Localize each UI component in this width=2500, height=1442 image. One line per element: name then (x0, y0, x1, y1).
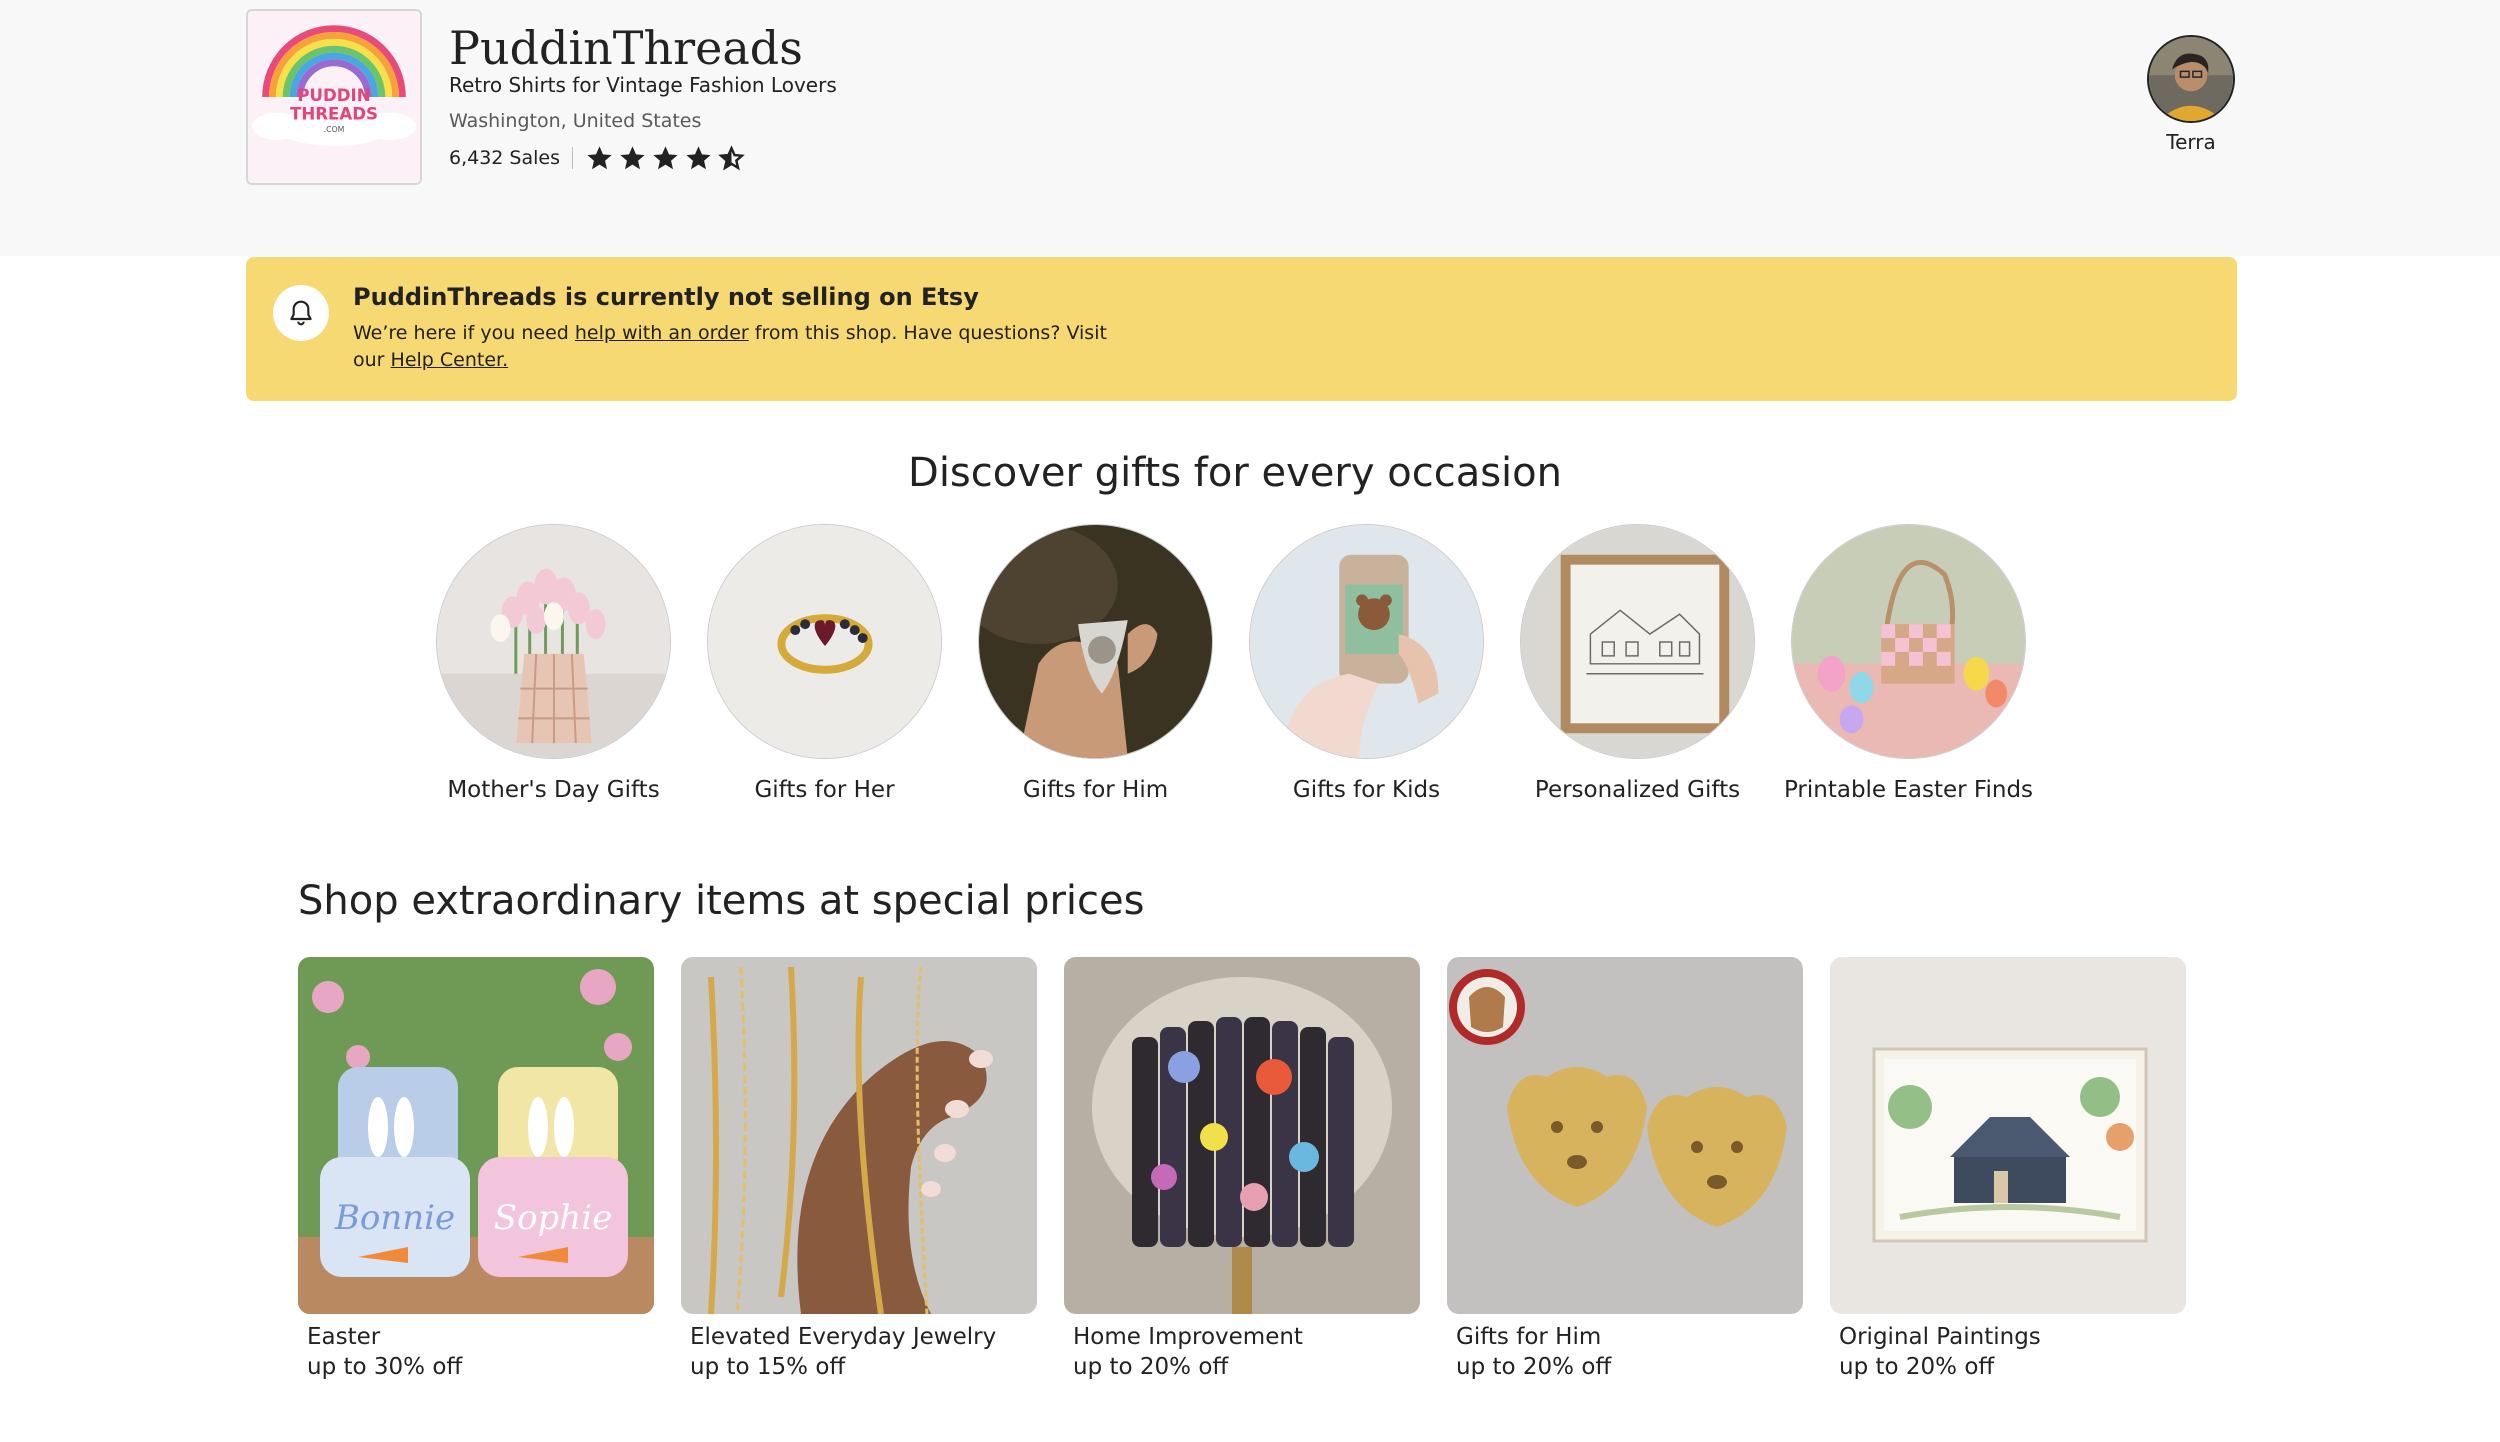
svg-text:Sophie: Sophie (494, 1198, 612, 1238)
deal-discount: up to 20% off (1073, 1354, 1229, 1380)
divider (572, 147, 574, 169)
svg-text:PUDDIN: PUDDIN (297, 86, 370, 105)
deal-discount: up to 15% off (690, 1354, 846, 1380)
occasion-label[interactable]: Personalized Gifts (1508, 775, 1768, 805)
deal-card-easter[interactable]: Bonnie Sophie Easter up to 30% off (298, 957, 654, 1382)
occasion-image[interactable] (1791, 524, 2026, 759)
sales-count: 6,432 Sales (449, 147, 561, 169)
star-full-icon (587, 145, 612, 169)
occasion-printable-easter[interactable]: Printable Easter Finds (1784, 524, 2033, 805)
help-with-order-link[interactable]: help with an order (575, 322, 749, 344)
occasion-image[interactable] (1520, 524, 1755, 759)
occasion-mothers-day[interactable]: Mother's Day Gifts (436, 524, 671, 805)
bell-icon-wrap (273, 285, 329, 341)
occasion-gifts-for-him[interactable]: Gifts for Him (978, 524, 1213, 805)
occasion-label[interactable]: Mother's Day Gifts (424, 775, 684, 805)
shop-location: Washington, United States (449, 110, 702, 132)
star-full-icon (620, 145, 645, 169)
deal-name[interactable]: Original Paintings (1830, 1322, 2186, 1352)
deal-name[interactable]: Gifts for Him (1447, 1322, 1803, 1352)
star-rating[interactable] (585, 144, 746, 173)
occasion-image[interactable] (978, 524, 1213, 759)
shop-logo[interactable]: PUDDIN THREADS .COM (246, 9, 422, 185)
deal-image[interactable]: Bonnie Sophie (298, 957, 654, 1314)
owner-photo (2149, 37, 2233, 121)
occasion-label[interactable]: Printable Easter Finds (1779, 775, 2039, 805)
deal-name[interactable]: Easter (298, 1322, 654, 1352)
deal-card-original-paintings[interactable]: Original Paintings up to 20% off (1830, 957, 2186, 1382)
occasions-heading: Discover gifts for every occasion (908, 450, 1562, 496)
owner-name[interactable]: Terra (2147, 130, 2235, 154)
deal-list: Bonnie Sophie Easter up to 30% off Eleva… (298, 957, 2186, 1382)
rainbow-logo-image: PUDDIN THREADS .COM (248, 11, 420, 183)
deal-image[interactable] (1064, 957, 1420, 1314)
deal-image[interactable] (681, 957, 1037, 1314)
star-full-icon (686, 145, 711, 169)
notice-text: We’re here if you need (353, 322, 575, 344)
help-center-link[interactable]: Help Center. (391, 349, 509, 371)
shop-header: PUDDIN THREADS .COM PuddinThreads Retro … (0, 0, 2500, 256)
deal-discount: up to 20% off (1839, 1354, 1995, 1380)
owner-avatar[interactable] (2147, 35, 2235, 123)
deal-image[interactable] (1447, 957, 1803, 1314)
svg-text:THREADS: THREADS (290, 104, 378, 123)
deal-card-gifts-for-him[interactable]: Gifts for Him up to 20% off (1447, 957, 1803, 1382)
occasion-gifts-for-her[interactable]: Gifts for Her (707, 524, 942, 805)
deals-heading: Shop extraordinary items at special pric… (298, 878, 1145, 924)
occasion-list: Mother's Day Gifts Gifts for Her Gifts f (436, 524, 2033, 805)
occasion-gifts-for-kids[interactable]: Gifts for Kids (1249, 524, 1484, 805)
shop-closed-notice: PuddinThreads is currently not selling o… (246, 257, 2237, 401)
occasion-image[interactable] (1249, 524, 1484, 759)
notice-title: PuddinThreads is currently not selling o… (353, 283, 979, 311)
deal-image[interactable] (1830, 957, 2186, 1314)
occasion-label[interactable]: Gifts for Kids (1237, 775, 1497, 805)
occasion-image[interactable] (436, 524, 671, 759)
svg-text:Bonnie: Bonnie (334, 1198, 455, 1238)
deal-card-jewelry[interactable]: Elevated Everyday Jewelry up to 15% off (681, 957, 1037, 1382)
deal-discount: up to 30% off (307, 1354, 463, 1380)
occasion-image[interactable] (707, 524, 942, 759)
shop-name: PuddinThreads (449, 21, 803, 75)
occasion-label[interactable]: Gifts for Her (695, 775, 955, 805)
deal-name[interactable]: Home Improvement (1064, 1322, 1420, 1352)
deal-name[interactable]: Elevated Everyday Jewelry (681, 1322, 1037, 1352)
shop-tagline: Retro Shirts for Vintage Fashion Lovers (449, 73, 837, 97)
occasion-personalized-gifts[interactable]: Personalized Gifts (1520, 524, 1755, 805)
star-half-icon (718, 144, 745, 170)
deal-card-home-improvement[interactable]: Home Improvement up to 20% off (1064, 957, 1420, 1382)
occasion-label[interactable]: Gifts for Him (966, 775, 1226, 805)
sales-and-rating: 6,432 Sales (449, 142, 746, 174)
notice-body: We’re here if you need help with an orde… (353, 320, 1113, 374)
svg-text:.COM: .COM (324, 125, 345, 134)
star-full-icon (653, 145, 678, 169)
deal-discount: up to 20% off (1456, 1354, 1612, 1380)
bell-icon (290, 300, 312, 326)
